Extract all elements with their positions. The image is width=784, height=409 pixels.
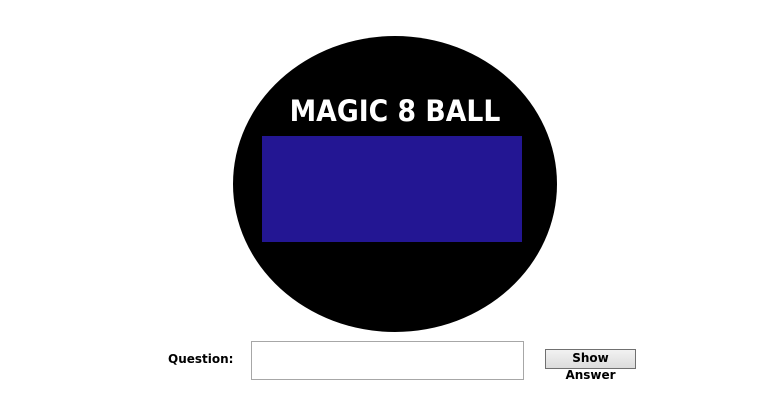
question-input[interactable] <box>251 341 524 380</box>
answer-window <box>262 136 522 242</box>
ball-title: MAGIC 8 BALL <box>289 94 501 128</box>
question-label: Question: <box>168 352 234 366</box>
show-answer-button[interactable]: Show Answer <box>545 349 636 382</box>
magic-8-ball-app: MAGIC 8 BALL Question: Show Answer <box>0 0 784 409</box>
